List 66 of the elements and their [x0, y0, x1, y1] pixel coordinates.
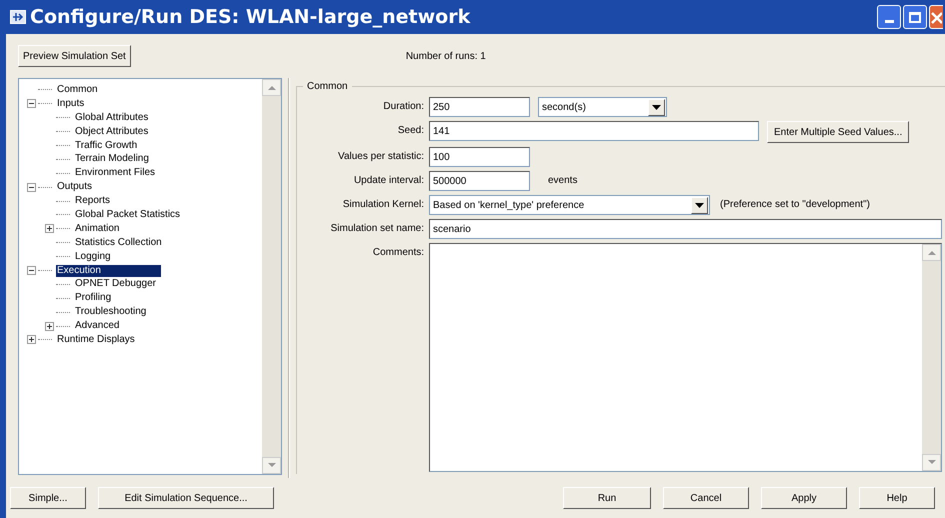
footer-button[interactable]: Edit Simulation Sequence... — [98, 487, 274, 509]
field-label: Simulation Kernel: — [342, 198, 424, 212]
footer-button[interactable]: Help — [859, 487, 935, 509]
down-arrow-icon — [268, 463, 276, 468]
footer-button[interactable]: Run — [563, 487, 651, 509]
field-label: Update interval: — [352, 174, 424, 188]
tree-item[interactable]: Traffic Growth — [74, 140, 138, 152]
tree-item[interactable]: Runtime Displays — [56, 334, 136, 346]
preference-note: (Preference set to "development") — [720, 198, 870, 212]
tree-item[interactable]: Environment Files — [74, 167, 156, 180]
field-label: Simulation set name: — [330, 222, 424, 236]
scrollbar[interactable] — [262, 79, 281, 474]
down-arrow-icon — [928, 460, 936, 465]
tree-item[interactable]: Global Attributes — [74, 112, 150, 124]
close-button[interactable] — [929, 5, 943, 29]
window-title: Configure/Run DES: WLAN-large_network — [30, 4, 470, 30]
update-interval-field[interactable]: 500000 — [429, 171, 530, 191]
maximize-button[interactable] — [903, 5, 927, 29]
expand-toggle-icon[interactable] — [27, 335, 36, 344]
scroll-up-button[interactable] — [262, 79, 281, 96]
tree-item[interactable]: Logging — [74, 250, 112, 263]
footer-button[interactable]: Apply — [761, 487, 847, 509]
duration-field[interactable]: 250 — [429, 97, 530, 117]
multiple-seed-button[interactable]: Enter Multiple Seed Values... — [767, 121, 910, 143]
tree-item[interactable]: Outputs — [56, 181, 94, 194]
footer-button[interactable]: Simple... — [10, 487, 86, 509]
field-label: Comments: — [372, 246, 424, 260]
tree-item[interactable]: Profiling — [74, 292, 112, 304]
unit-label: events — [548, 174, 578, 188]
preview-simulation-set-button[interactable]: Preview Simulation Set — [18, 45, 131, 67]
unit-dropdown[interactable]: second(s) — [538, 97, 667, 117]
expand-toggle-icon[interactable] — [45, 224, 54, 234]
collapse-toggle-icon[interactable] — [27, 99, 36, 108]
expand-toggle-icon[interactable] — [45, 322, 54, 331]
tree-item[interactable]: Inputs — [56, 98, 86, 110]
tree-item[interactable]: Global Packet Statistics — [74, 208, 182, 221]
window-icon — [10, 10, 26, 24]
set-name-field[interactable]: scenario — [429, 219, 942, 239]
seed-field[interactable]: 141 — [429, 121, 759, 141]
tree-item[interactable]: OPNET Debugger — [74, 278, 157, 290]
collapse-toggle-icon[interactable] — [27, 182, 36, 192]
values-field[interactable]: 100 — [429, 147, 530, 167]
scroll-up-button[interactable] — [922, 244, 941, 261]
tree-item[interactable]: Common — [56, 84, 99, 96]
footer-button[interactable]: Cancel — [663, 487, 749, 509]
tree-item[interactable]: Execution — [56, 264, 161, 277]
minimize-button[interactable] — [877, 5, 901, 29]
tree-item[interactable]: Animation — [74, 222, 120, 235]
scrollbar[interactable] — [922, 244, 941, 471]
tree-item[interactable]: Troubleshooting — [74, 306, 148, 318]
comments-field[interactable] — [429, 243, 942, 472]
tree-item[interactable]: Terrain Modeling — [74, 153, 150, 166]
up-arrow-icon — [928, 250, 936, 255]
tree-item[interactable]: Object Attributes — [74, 126, 150, 138]
field-label: Seed: — [396, 124, 424, 138]
field-label: Duration: — [382, 100, 424, 114]
scroll-down-button[interactable] — [922, 454, 941, 471]
collapse-toggle-icon[interactable] — [27, 266, 36, 276]
scroll-down-button[interactable] — [262, 457, 281, 474]
field-label: Values per statistic: — [337, 150, 424, 164]
tree-item[interactable]: Statistics Collection — [74, 236, 163, 249]
up-arrow-icon — [268, 85, 276, 90]
kernel-dropdown[interactable]: Based on 'kernel_type' preference — [429, 195, 710, 215]
number-of-runs: Number of runs: 1 — [406, 50, 486, 64]
tree-item[interactable]: Advanced — [74, 320, 120, 332]
tree-item[interactable]: Reports — [74, 195, 112, 208]
